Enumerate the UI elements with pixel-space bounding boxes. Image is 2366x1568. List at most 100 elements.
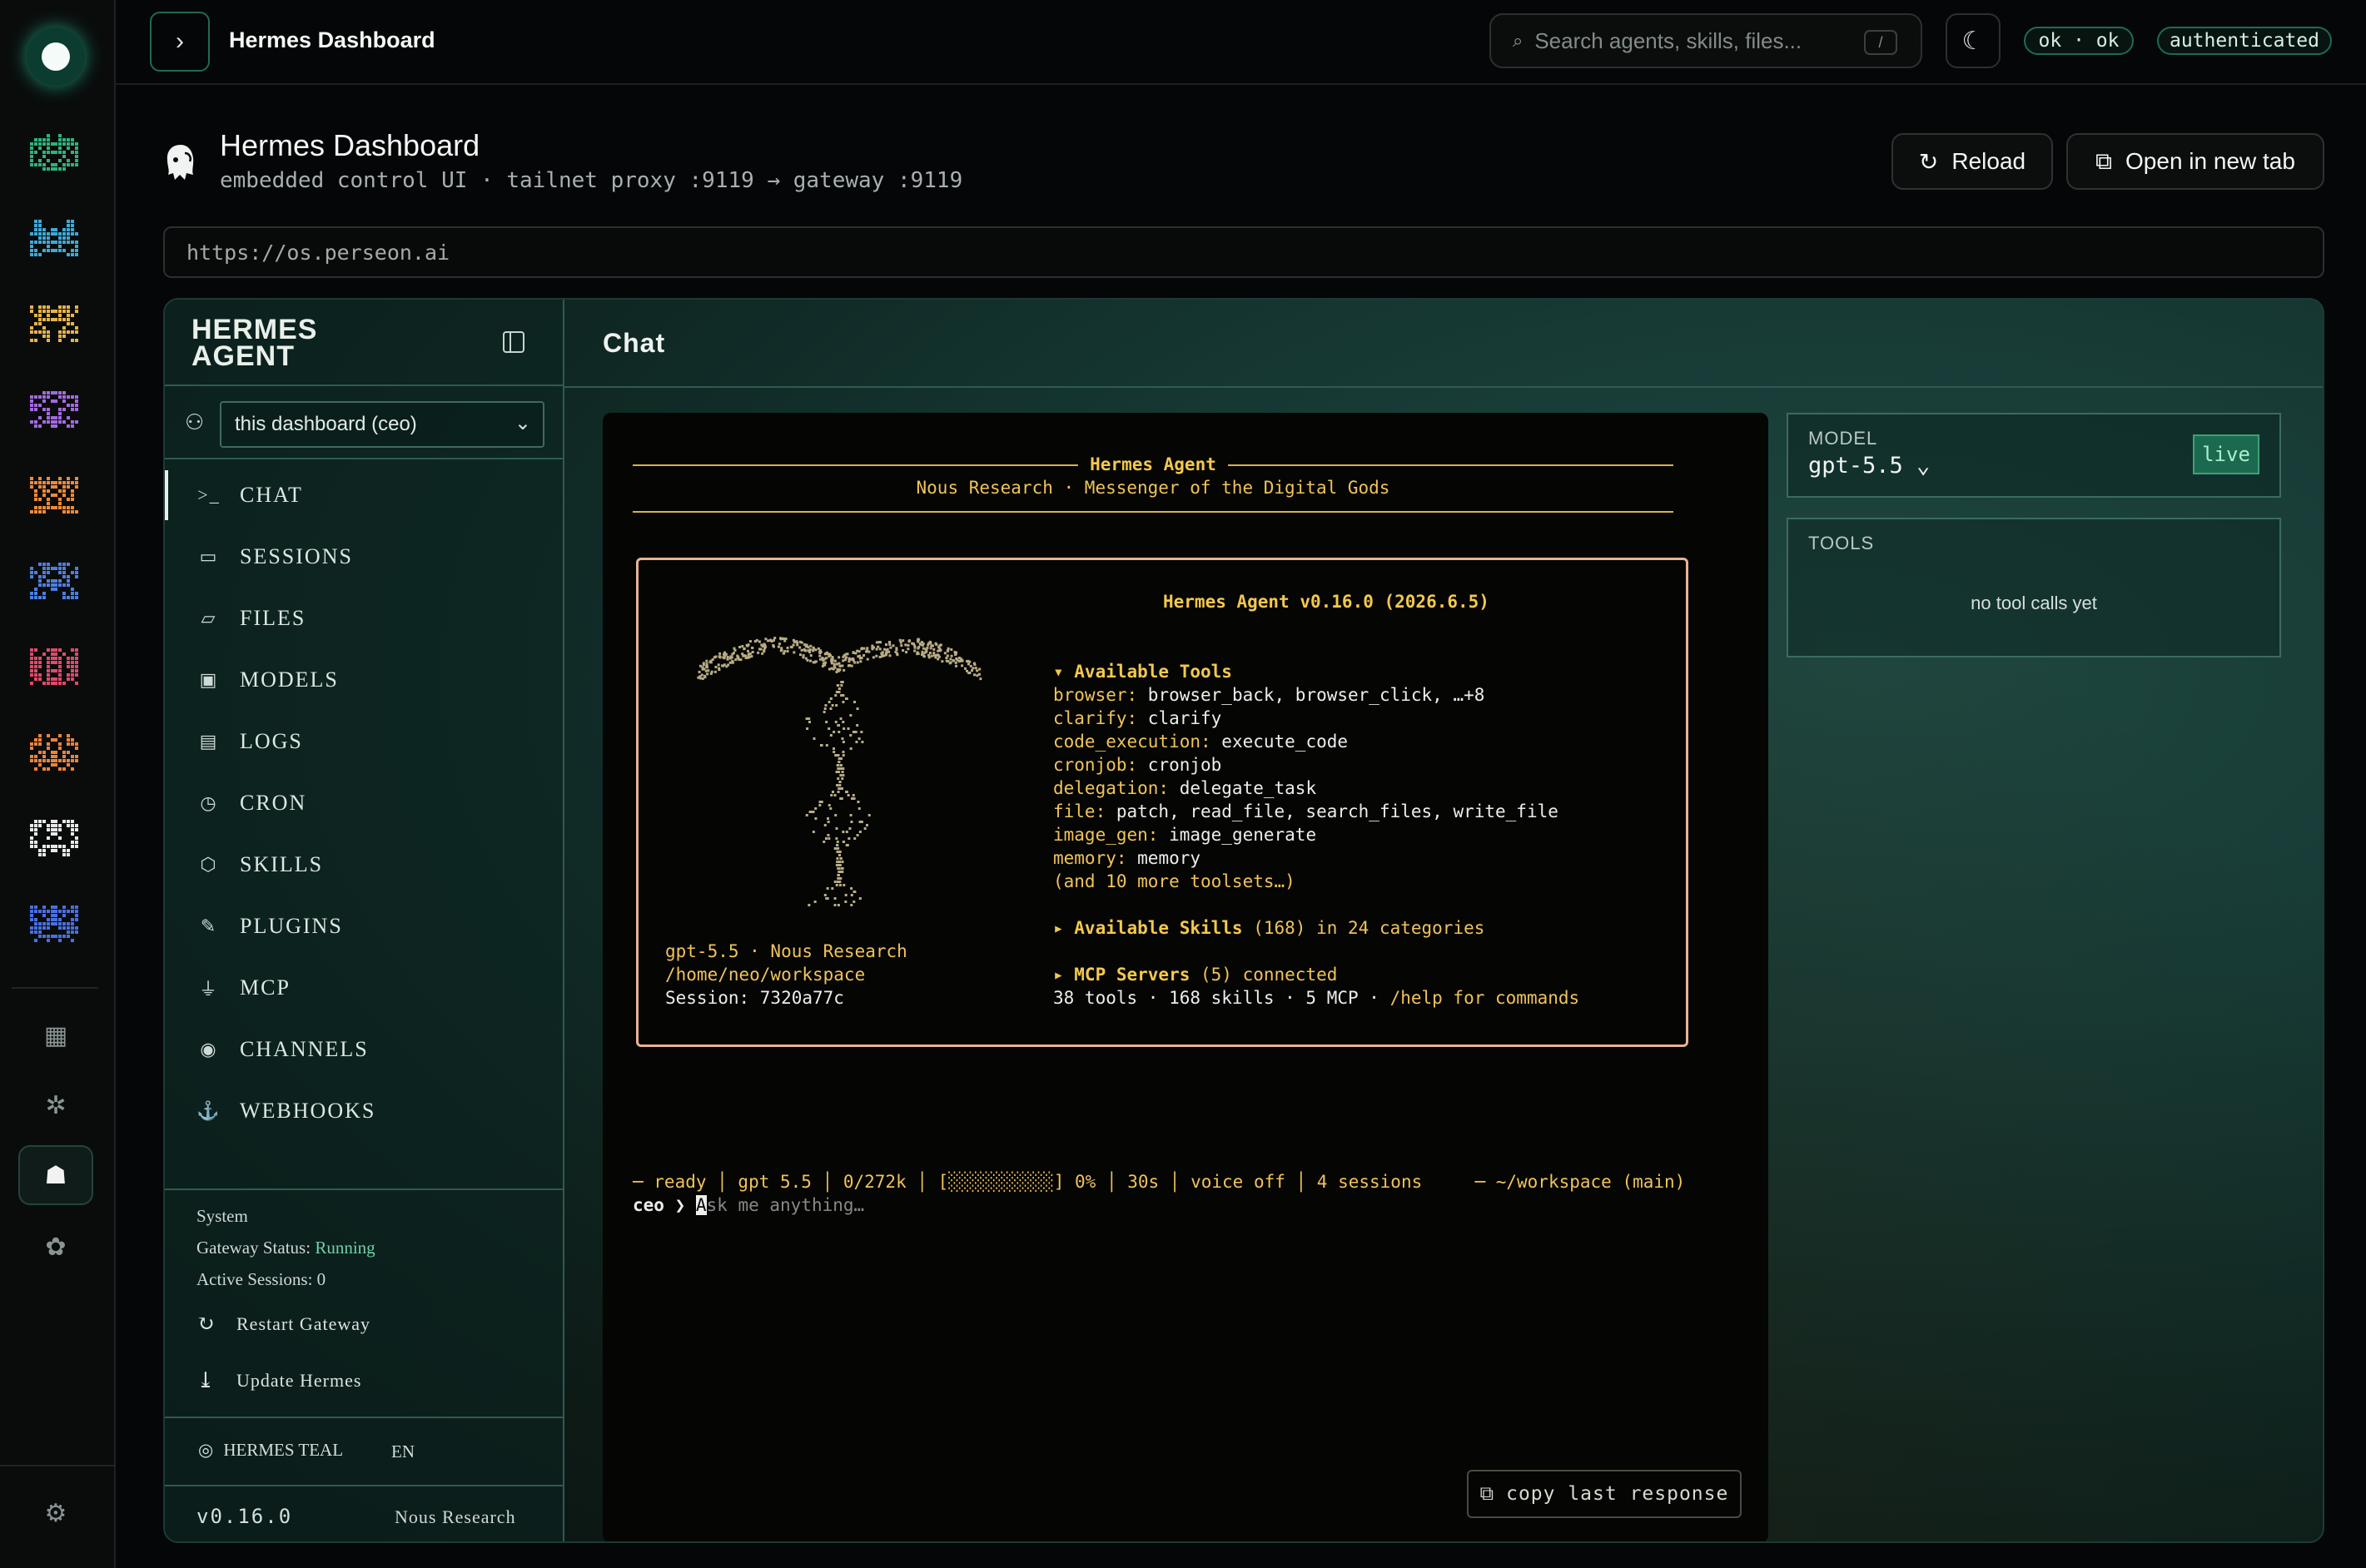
- search-shortcut: /: [1864, 30, 1897, 55]
- reload-button[interactable]: ↻ Reload: [1891, 133, 2053, 190]
- divider: [165, 458, 564, 459]
- agent-4-icon[interactable]: [28, 390, 80, 429]
- open-new-tab-button[interactable]: ⧉ Open in new tab: [2066, 133, 2324, 190]
- nav-item-cron[interactable]: ◷ CRON: [165, 778, 563, 828]
- search-placeholder: Search agents, skills, files...: [1534, 27, 1802, 53]
- restart-gateway-button[interactable]: ↻ Restart Gateway: [196, 1312, 370, 1337]
- model-label: MODEL: [1808, 428, 1878, 449]
- reload-label: Reload: [1951, 148, 2026, 174]
- agent-3-icon[interactable]: [28, 305, 80, 343]
- nav-icon: ▱: [201, 608, 217, 628]
- model-panel: MODEL gpt-5.5 ⌄ live: [1787, 413, 2281, 498]
- restart-icon: ↻: [196, 1312, 216, 1336]
- hermes-icon: ☗: [44, 1161, 67, 1189]
- update-hermes-button[interactable]: ⤓ Update Hermes: [196, 1368, 361, 1393]
- users-icon: ⚇: [185, 409, 205, 434]
- agent-1-icon[interactable]: [28, 133, 80, 171]
- prompt-input[interactable]: ceo ❯ Ask me anything…: [633, 1193, 864, 1217]
- refresh-icon: ↻: [1918, 148, 1939, 175]
- nav-icon: ▣: [199, 669, 219, 690]
- alien-icon[interactable]: ✿: [18, 1217, 93, 1277]
- summary-text: 38 tools · 168 skills · 5 MCP ·: [1053, 988, 1390, 1008]
- tool-line: browser: browser_back, browser_click, …+…: [1053, 683, 1484, 707]
- grid-icon[interactable]: ▦: [18, 1005, 93, 1065]
- collapse-sidebar-icon[interactable]: [503, 331, 524, 353]
- rail-divider: [12, 987, 98, 989]
- settings-icon[interactable]: ⚙: [18, 1483, 93, 1543]
- tools-empty-state: no tool calls yet: [1971, 593, 2097, 613]
- pixel-avatar-icon: [30, 134, 78, 171]
- mcp-line: ▸ MCP Servers (5) connected: [1053, 963, 1337, 986]
- app-title: Hermes Dashboard: [229, 27, 435, 52]
- sidebar-toggle-button[interactable]: ›: [150, 12, 210, 72]
- external-link-icon: ⧉: [2095, 147, 2113, 174]
- skills-line: ▸ Available Skills (168) in 24 categorie…: [1053, 916, 1484, 940]
- nav-item-webhooks[interactable]: ⚓ WEBHOOKS: [165, 1086, 563, 1136]
- tool-line: delegation: delegate_task: [1053, 777, 1316, 800]
- more-toolsets: (and 10 more toolsets…): [1053, 871, 1295, 891]
- nav-item-sessions[interactable]: ▭ SESSIONS: [165, 532, 563, 582]
- nav-item-models[interactable]: ▣ MODELS: [165, 655, 563, 705]
- status-badge: ok · ok: [2024, 27, 2134, 55]
- nav-item-files[interactable]: ▱ FILES: [165, 593, 563, 643]
- update-hermes-label: Update Hermes: [236, 1370, 362, 1391]
- skills-detail: (168) in 24 categories: [1242, 918, 1485, 938]
- theme-selector[interactable]: ◎ HERMES TEAL: [198, 1440, 343, 1461]
- pixel-avatar-icon: [30, 220, 78, 256]
- nav-item-plugins[interactable]: ✎ PLUGINS: [165, 901, 563, 951]
- system-heading: System: [196, 1206, 248, 1226]
- tool-category: file:: [1053, 801, 1106, 821]
- tool-category: image_gen:: [1053, 825, 1159, 845]
- mcp-detail: (5) connected: [1190, 965, 1338, 985]
- tool-category: delegation:: [1053, 778, 1170, 798]
- prompt-placeholder: sk me anything…: [706, 1195, 865, 1215]
- active-sessions: Active Sessions: 0: [196, 1269, 326, 1289]
- auth-badge: authenticated: [2157, 27, 2332, 55]
- agent-7-icon[interactable]: [28, 648, 80, 686]
- nav-label: LOGS: [240, 729, 303, 753]
- agent-10-icon[interactable]: [28, 905, 80, 943]
- banner-subtitle: Nous Research · Messenger of the Digital…: [916, 478, 1390, 498]
- agent-5-icon[interactable]: [28, 476, 80, 514]
- nav-item-skills[interactable]: ⬡ SKILLS: [165, 840, 563, 890]
- model-select[interactable]: gpt-5.5 ⌄: [1808, 453, 1930, 479]
- system-status: System Gateway Status: Running Active Se…: [196, 1200, 375, 1295]
- nav-item-mcp[interactable]: ⏚ MCP: [165, 963, 563, 1013]
- agent-2-icon[interactable]: [28, 219, 80, 257]
- url-field[interactable]: https://os.perseon.ai: [163, 226, 2324, 278]
- nav-label: CRON: [240, 791, 307, 815]
- agent-info-box: Hermes Agent v0.16.0 (2026.6.5) ▾ Availa…: [636, 558, 1688, 1047]
- tool-line: cronjob: cronjob: [1053, 753, 1221, 777]
- agent-8-icon[interactable]: [28, 733, 80, 772]
- tool-category: browser:: [1053, 685, 1138, 705]
- tool-names: memory: [1126, 848, 1201, 868]
- divider: [165, 385, 564, 386]
- search-input[interactable]: ⌕ Search agents, skills, files... /: [1489, 13, 1922, 68]
- tools-heading: ▾ Available Tools: [1053, 662, 1232, 682]
- copy-label: copy last response: [1506, 1483, 1729, 1505]
- embedded-frame: HERMES AGENT ⚇ this dashboard (ceo) ⌄ >_…: [163, 298, 2324, 1543]
- hermes-agent-button[interactable]: ☗: [18, 1145, 93, 1205]
- theme-toggle-button[interactable]: ☾: [1946, 13, 2001, 68]
- bug-icon[interactable]: ✲: [18, 1075, 93, 1135]
- agent-9-icon[interactable]: [28, 819, 80, 857]
- live-badge: live: [2193, 434, 2259, 474]
- banner-rule: [633, 511, 1673, 513]
- scope-select[interactable]: this dashboard (ceo) ⌄: [220, 401, 544, 448]
- nav-item-logs[interactable]: ▤ LOGS: [165, 717, 563, 767]
- banner-title: Hermes Agent: [603, 453, 1703, 476]
- copy-icon: ⧉: [1479, 1483, 1495, 1505]
- palette-icon: ◎: [198, 1440, 214, 1460]
- agent-6-icon[interactable]: [28, 562, 80, 600]
- nav-label: CHAT: [240, 483, 303, 507]
- top-bar: › Hermes Dashboard ⌕ Search agents, skil…: [116, 0, 2366, 85]
- page-subtitle: embedded control UI · tailnet proxy :911…: [220, 168, 963, 193]
- copy-last-response-button[interactable]: ⧉ copy last response: [1467, 1470, 1742, 1518]
- nav-item-chat[interactable]: >_ CHAT: [165, 470, 563, 520]
- language-selector[interactable]: EN: [391, 1441, 415, 1462]
- nav-icon: >_: [197, 484, 221, 505]
- nav-label: PLUGINS: [240, 914, 343, 938]
- terminal[interactable]: Hermes Agent Nous Research · Messenger o…: [603, 413, 1768, 1541]
- nav-item-channels[interactable]: ◉ CHANNELS: [165, 1025, 563, 1074]
- app-logo[interactable]: [27, 27, 85, 86]
